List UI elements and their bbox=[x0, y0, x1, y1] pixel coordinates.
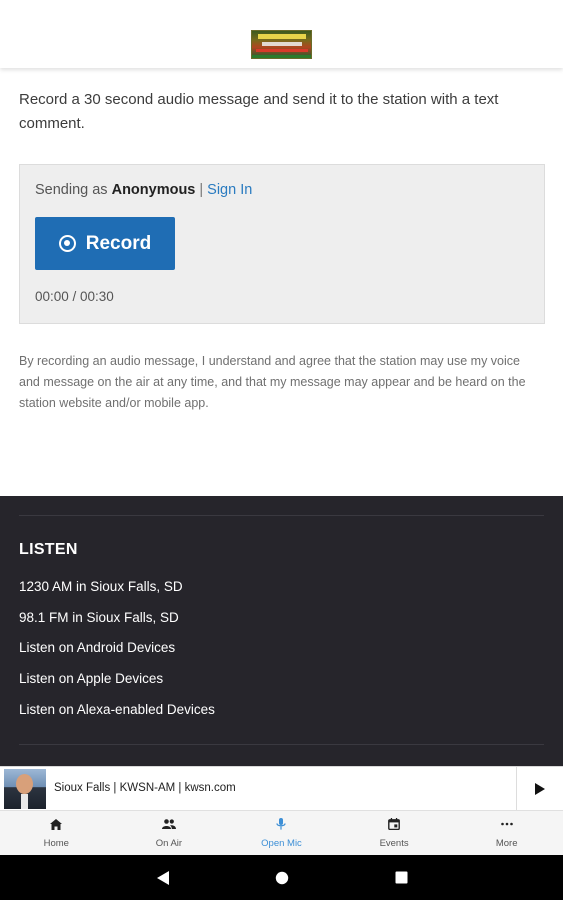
player-title: Sioux Falls | KWSN-AM | kwsn.com bbox=[54, 782, 236, 794]
record-label: Record bbox=[85, 232, 152, 254]
record-icon bbox=[58, 235, 76, 252]
footer-link-android[interactable]: Listen on Android Devices bbox=[19, 640, 175, 655]
bottom-tab-bar: Home On Air Open Mic Events More bbox=[0, 810, 563, 855]
footer-link-1230-am[interactable]: 1230 AM in Sioux Falls, SD bbox=[19, 579, 183, 594]
tab-events[interactable]: Events bbox=[338, 811, 451, 856]
android-nav-bar bbox=[0, 855, 563, 900]
home-icon bbox=[49, 818, 63, 830]
tab-home[interactable]: Home bbox=[0, 811, 113, 856]
home-nav-button[interactable] bbox=[267, 855, 297, 900]
disclaimer-text: By recording an audio message, I underst… bbox=[19, 354, 526, 410]
tab-label: On Air bbox=[155, 838, 183, 849]
footer-link-alexa[interactable]: Listen on Alexa-enabled Devices bbox=[19, 702, 215, 717]
divider bbox=[19, 515, 544, 516]
footer-link-apple[interactable]: Listen on Apple Devices bbox=[19, 671, 163, 686]
app-header bbox=[0, 0, 563, 68]
tab-on-air[interactable]: On Air bbox=[113, 811, 226, 856]
sign-in-link[interactable]: Sign In bbox=[207, 182, 252, 198]
recorder-card: Sending as Anonymous | Sign In Record 00:0… bbox=[19, 164, 545, 324]
tab-label: Home bbox=[43, 838, 69, 849]
recents-button[interactable] bbox=[386, 855, 416, 900]
calendar-icon bbox=[387, 818, 401, 830]
sender-name: Anonymous bbox=[111, 182, 196, 198]
home-circle-icon bbox=[275, 871, 289, 884]
intro-text: Record a 30 second audio message and sen… bbox=[19, 91, 499, 132]
divider bbox=[19, 744, 544, 745]
host-thumbnail bbox=[4, 769, 46, 809]
tab-label: Events bbox=[379, 838, 409, 849]
listen-heading: LISTEN bbox=[19, 541, 78, 558]
microphone-icon bbox=[274, 818, 288, 830]
recents-square-icon bbox=[395, 871, 407, 884]
footer-link-98-1-fm[interactable]: 98.1 FM in Sioux Falls, SD bbox=[19, 610, 179, 625]
tab-label: Open Mic bbox=[261, 838, 302, 849]
tab-more[interactable]: More bbox=[450, 811, 563, 856]
back-button[interactable] bbox=[148, 855, 178, 900]
people-icon bbox=[161, 818, 176, 830]
record-timer: 00:00 / 00:30 bbox=[35, 289, 114, 304]
sending-prefix: Sending as bbox=[35, 182, 108, 198]
more-dots-icon bbox=[500, 818, 514, 830]
tab-label: More bbox=[495, 838, 518, 849]
open-mic-screen: Record a 30 second audio message and sen… bbox=[0, 0, 563, 900]
separator: | bbox=[199, 182, 204, 198]
play-icon bbox=[535, 783, 545, 795]
back-triangle-icon bbox=[157, 870, 169, 885]
tab-open-mic[interactable]: Open Mic bbox=[225, 811, 338, 856]
record-button[interactable]: Record bbox=[35, 217, 175, 270]
mini-player[interactable]: Sioux Falls | KWSN-AM | kwsn.com bbox=[0, 766, 563, 811]
sending-status: Sending as Anonymous | Sign In bbox=[35, 182, 252, 198]
site-footer: LISTEN 1230 AM in Sioux Falls, SD 98.1 F… bbox=[0, 496, 563, 766]
play-button[interactable] bbox=[516, 767, 563, 811]
station-logo[interactable] bbox=[251, 30, 312, 59]
